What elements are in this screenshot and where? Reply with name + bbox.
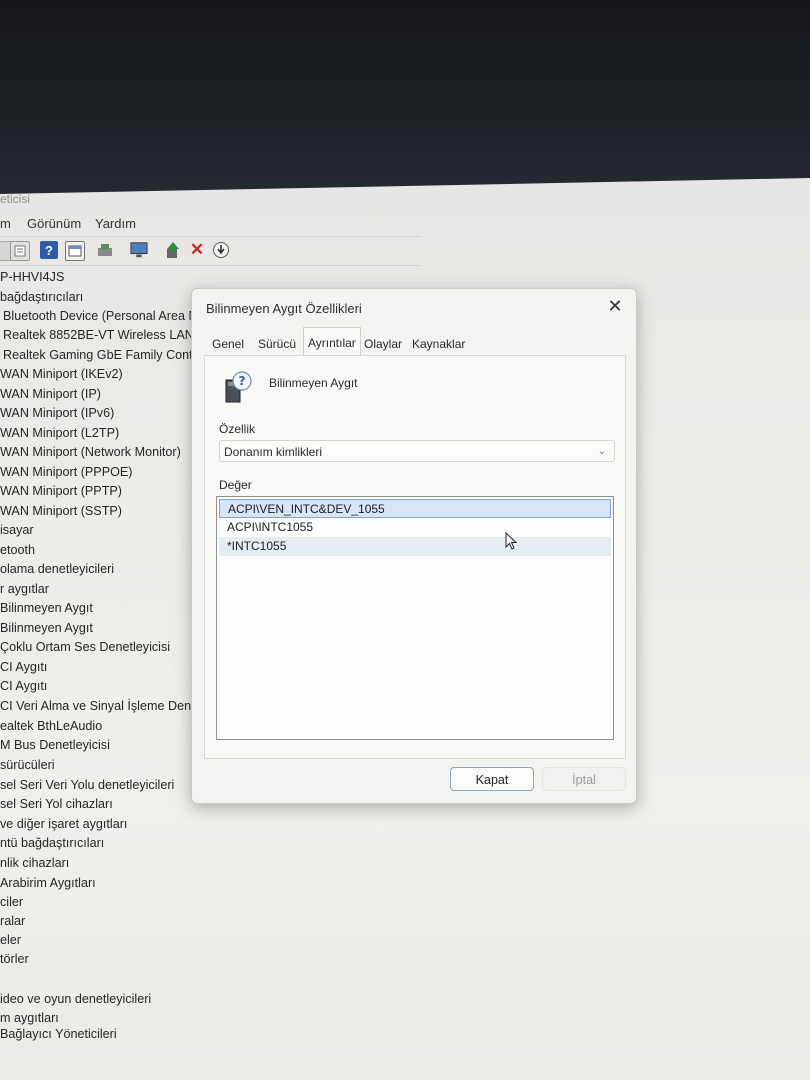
tree-item[interactable]: Bağlayıcı Yöneticileri [0,1027,117,1046]
tree-item[interactable]: Arabirim Aygıtları [0,876,96,895]
tab-general[interactable]: Genel [212,329,244,353]
toolbar: ? ✕ [0,236,420,266]
tree-item[interactable]: r aygıtlar [0,582,49,601]
tree-item[interactable]: ntü bağdaştırıcıları [0,836,104,855]
list-item[interactable]: ACPI\INTC1055 [219,518,611,537]
svg-text:?: ? [239,374,246,388]
value-label: Değer [219,478,252,492]
cancel-button[interactable]: İptal [542,767,626,791]
tree-item[interactable]: WAN Miniport (L2TP) [0,426,119,445]
tree-item[interactable]: ralar [0,914,25,933]
tree-item[interactable]: etooth [0,543,35,562]
tab-driver[interactable]: Sürücü [258,329,296,353]
tree-item[interactable]: WAN Miniport (Network Monitor) [0,445,181,464]
tree-item[interactable]: Bilinmeyen Aygıt [0,601,93,620]
tab-events[interactable]: Olaylar [364,329,402,353]
tree-item[interactable]: ciler [0,895,23,914]
tree-item[interactable]: sürücüleri [0,758,55,777]
details-panel: ? Bilinmeyen Aygıt Özellik Donanım kimli… [204,355,626,759]
list-item[interactable]: ACPI\VEN_INTC&DEV_1055 [219,499,611,518]
mouse-cursor-icon [505,531,518,550]
tree-item[interactable]: törler [0,952,29,971]
disable-icon[interactable] [212,241,230,259]
properties-dialog: Bilinmeyen Aygıt Özellikleri ✕ Genel Sür… [191,288,637,804]
list-item[interactable]: *INTC1055 [219,537,611,556]
tree-item[interactable]: Çoklu Ortam Ses Denetleyicisi [0,640,170,659]
tab-details[interactable]: Ayrıntılar [303,327,361,356]
tree-item[interactable]: WAN Miniport (PPPOE) [0,465,133,484]
tree-item[interactable]: WAN Miniport (IKEv2) [0,367,123,386]
unknown-device-icon: ? [223,370,259,406]
menu-item-view[interactable]: Görünüm [27,216,81,231]
device-name: Bilinmeyen Aygıt [269,376,358,390]
close-icon[interactable]: ✕ [602,295,628,317]
menu-item-help[interactable]: Yardım [95,216,136,231]
tab-resources[interactable]: Kaynaklar [412,329,465,353]
tree-item[interactable]: CI Aygıtı [0,679,47,698]
update-driver-icon[interactable] [164,241,182,259]
tree-item[interactable]: ideo ve oyun denetleyicileri [0,992,151,1011]
tree-item[interactable]: nlik cihazları [0,856,69,875]
tree-item[interactable]: Bilinmeyen Aygıt [0,621,93,640]
tree-item[interactable]: WAN Miniport (SSTP) [0,504,122,523]
window-title: eticisi [0,192,31,206]
tree-item[interactable]: bağdaştırıcıları [0,290,83,309]
value-list[interactable]: ACPI\VEN_INTC&DEV_1055 ACPI\INTC1055 *IN… [216,496,614,740]
help-icon[interactable]: ? [40,241,58,259]
chevron-down-icon: ⌄ [597,446,606,457]
tree-item[interactable]: M Bus Denetleyicisi [0,738,110,757]
property-dropdown[interactable]: Donanım kimlikleri ⌄ [219,440,615,462]
property-label: Özellik [219,422,256,436]
tree-item[interactable]: WAN Miniport (IP) [0,387,101,406]
tree-item[interactable]: sel Seri Yol cihazları [0,797,113,816]
tree-item[interactable]: ealtek BthLeAudio [0,719,102,738]
dialog-title: Bilinmeyen Aygıt Özellikleri [206,301,362,316]
tree-item[interactable]: Realtek 8852BE-VT Wireless LAN Wi [3,328,212,347]
view-icon[interactable] [65,241,85,261]
tree-item[interactable]: eler [0,933,21,952]
tree-item[interactable]: Realtek Gaming GbE Family Control [3,348,207,367]
tree-item[interactable]: CI Veri Alma ve Sinyal İşleme Denet [0,699,202,718]
tree-item[interactable]: isayar [0,523,34,542]
monitor-bezel [0,0,810,200]
tree-item[interactable]: ve diğer işaret aygıtları [0,817,127,836]
tree-item[interactable]: WAN Miniport (PPTP) [0,484,122,503]
tree-item[interactable]: Bluetooth Device (Personal Area Net [3,309,208,328]
scan-icon[interactable] [96,241,114,259]
tree-item[interactable]: sel Seri Veri Yolu denetleyicileri [0,778,174,797]
tree-item[interactable]: CI Aygıtı [0,660,47,679]
properties-icon[interactable] [10,241,30,261]
tree-item[interactable]: WAN Miniport (IPv6) [0,406,114,425]
property-dropdown-value: Donanım kimlikleri [224,445,323,459]
monitor-icon[interactable] [130,241,148,259]
tree-item[interactable]: P-HHVI4JS [0,270,64,289]
tree-item[interactable]: olama denetleyicileri [0,562,114,581]
uninstall-icon[interactable]: ✕ [188,240,206,259]
close-button[interactable]: Kapat [450,767,534,791]
menu-item-action[interactable]: m [0,216,11,231]
